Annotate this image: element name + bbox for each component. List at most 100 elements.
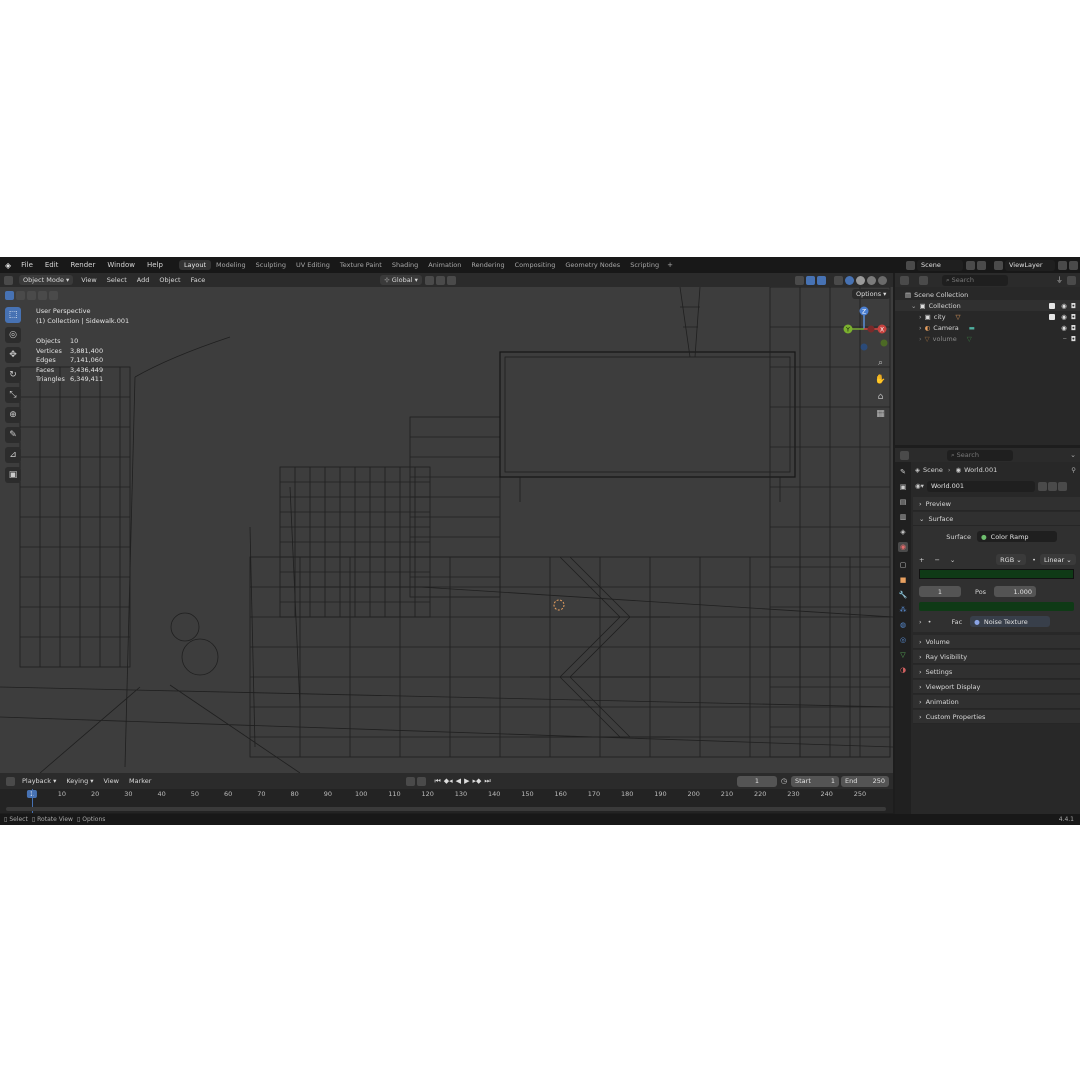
workspace-tab-rendering[interactable]: Rendering [466, 260, 509, 270]
workspace-tab-uv-editing[interactable]: UV Editing [291, 260, 335, 270]
particles-tab-icon[interactable]: ⁂ [898, 605, 908, 615]
pan-hand-icon[interactable]: ✋ [875, 374, 886, 385]
interpolation-dropdown[interactable]: Linear ⌄ [1040, 554, 1076, 565]
keyframe-type-icon[interactable] [417, 776, 427, 786]
end-frame-field[interactable]: End 250 [841, 775, 889, 787]
menu-select[interactable]: Select [102, 276, 132, 284]
menu-object[interactable]: Object [154, 276, 185, 284]
navigation-gizmo[interactable]: Z Y X [838, 303, 890, 355]
exclude-checkbox[interactable] [1049, 302, 1056, 309]
view-layer-tab-icon[interactable]: ▥ [898, 512, 908, 522]
render-camera-icon[interactable]: ◘ [1071, 302, 1076, 310]
new-scene-icon[interactable] [966, 260, 975, 270]
snap-icon[interactable] [435, 275, 445, 285]
menu-view[interactable]: View [76, 276, 101, 284]
xray-icon[interactable] [834, 275, 843, 285]
measure-tool-icon[interactable]: ⊿ [5, 447, 21, 463]
workspace-tab-layout[interactable]: Layout [178, 260, 212, 270]
render-tab-icon[interactable]: ▣ [898, 482, 908, 492]
select-extend-icon[interactable] [16, 291, 25, 300]
render-camera-icon[interactable]: ◘ [1071, 313, 1076, 321]
collapse-icon[interactable]: ⌄ [1070, 451, 1076, 459]
outliner-item-camera[interactable]: › ◐ Camera ▬ ◉ ◘ [895, 322, 1080, 333]
modifier-tab-icon[interactable]: 🔧 [898, 590, 908, 600]
workspace-tab-sculpting[interactable]: Sculpting [251, 260, 291, 270]
workspace-tab-compositing[interactable]: Compositing [510, 260, 561, 270]
world-name-field[interactable]: World.001 [926, 480, 1035, 492]
output-tab-icon[interactable]: ▤ [898, 497, 908, 507]
proportional-edit-icon[interactable] [446, 275, 456, 285]
record-icon[interactable] [406, 776, 416, 786]
menu-window[interactable]: Window [101, 261, 141, 269]
viewport-options-button[interactable]: Options ▾ [852, 289, 891, 299]
unlink-world-icon[interactable] [1057, 481, 1067, 491]
timeline-editor-icon[interactable] [6, 776, 15, 786]
timeline-menu-marker[interactable]: Marker [124, 777, 156, 785]
scene-selector[interactable]: Scene [917, 259, 963, 271]
expand-arrow-icon[interactable]: ⌄ [911, 302, 916, 310]
constraints-tab-icon[interactable]: ◎ [898, 635, 908, 645]
perspective-grid-icon[interactable]: ▦ [875, 408, 886, 419]
jump-start-icon[interactable]: ⏮ [434, 777, 440, 786]
collection-tab-icon[interactable]: ▢ [898, 560, 908, 570]
camera-view-icon[interactable]: ⌂ [875, 391, 886, 402]
add-stop-icon[interactable]: + [919, 556, 924, 564]
surface-node-field[interactable]: ● Color Ramp [977, 531, 1057, 542]
start-frame-field[interactable]: Start 1 [791, 775, 839, 787]
stop-color-swatch[interactable] [919, 602, 1074, 611]
zoom-icon[interactable]: ⌕ [875, 357, 886, 368]
gizmo-toggle-icon[interactable] [806, 275, 815, 285]
timeline-menu-keying[interactable]: Keying ▾ [61, 777, 98, 785]
next-keyframe-icon[interactable]: ▸◆ [472, 777, 481, 785]
outliner-editor-icon[interactable] [900, 275, 909, 285]
current-frame-field[interactable]: 1 [736, 775, 777, 787]
pos-field[interactable]: 1.000 [994, 586, 1037, 597]
ramp-menu-icon[interactable]: ⌄ [950, 556, 955, 564]
render-camera-icon[interactable]: ◘ [1071, 324, 1076, 332]
clock-icon[interactable]: ◷ [781, 777, 787, 785]
transform-orientation-dropdown[interactable]: ⊹ Global ▾ [380, 275, 422, 285]
shading-wireframe-icon[interactable] [845, 275, 854, 285]
select-intersect-icon[interactable] [49, 291, 58, 300]
duplicate-world-icon[interactable] [1047, 481, 1057, 491]
exclude-checkbox[interactable] [1049, 313, 1056, 320]
expand-arrow-icon[interactable]: › [919, 313, 922, 321]
outliner-collection[interactable]: ⌄ ▣ Collection ◉ ◘ [895, 300, 1080, 311]
workspace-tab-scripting[interactable]: Scripting [625, 260, 664, 270]
data-tab-icon[interactable]: ▽ [898, 650, 908, 660]
ray-visibility-section[interactable]: › Ray Visibility [913, 650, 1080, 664]
eye-hidden-icon[interactable]: ⌣ [1063, 334, 1067, 343]
timeline-frames[interactable]: 1102030405060708090100110120130140150160… [0, 789, 893, 813]
tool-tab-icon[interactable]: ✎ [898, 467, 908, 477]
scene-icon[interactable] [906, 260, 915, 270]
material-tab-icon[interactable]: ◑ [898, 665, 908, 675]
render-camera-icon[interactable]: ◘ [1071, 335, 1076, 343]
custom-properties-section[interactable]: › Custom Properties [913, 710, 1080, 724]
prev-keyframe-icon[interactable]: ◆◂ [444, 777, 453, 785]
select-new-icon[interactable] [5, 291, 14, 300]
menu-render[interactable]: Render [64, 261, 101, 269]
shading-material-icon[interactable] [867, 275, 876, 285]
display-mode-icon[interactable] [919, 275, 928, 285]
view-layer-selector[interactable]: ViewLayer [1005, 259, 1055, 271]
world-browse-icon[interactable]: ◉▾ [915, 482, 924, 490]
world-tab-icon[interactable]: ◉ [898, 542, 908, 552]
select-box-tool-icon[interactable]: ⬚ [5, 307, 21, 323]
outliner-scene-collection[interactable]: ▤ Scene Collection [895, 289, 1080, 300]
transform-tool-icon[interactable]: ⊕ [5, 407, 21, 423]
color-ramp-bar[interactable] [919, 569, 1074, 579]
object-mode-dropdown[interactable]: Object Mode ▾ [19, 275, 74, 285]
volume-section[interactable]: › Volume [913, 635, 1080, 649]
new-collection-icon[interactable] [1067, 275, 1076, 285]
menu-add[interactable]: Add [132, 276, 155, 284]
color-mode-dropdown[interactable]: RGB ⌄ [996, 554, 1027, 565]
view-layer-icon[interactable] [994, 260, 1003, 270]
surface-section[interactable]: ⌄ Surface [913, 512, 1080, 526]
shading-solid-icon[interactable] [856, 275, 865, 285]
move-tool-icon[interactable]: ✥ [5, 347, 21, 363]
properties-editor-icon[interactable] [900, 450, 909, 460]
scene-tab-icon[interactable]: ◈ [898, 527, 908, 537]
settings-section[interactable]: › Settings [913, 665, 1080, 679]
animation-section[interactable]: › Animation [913, 695, 1080, 709]
viewport-display-section[interactable]: › Viewport Display [913, 680, 1080, 694]
